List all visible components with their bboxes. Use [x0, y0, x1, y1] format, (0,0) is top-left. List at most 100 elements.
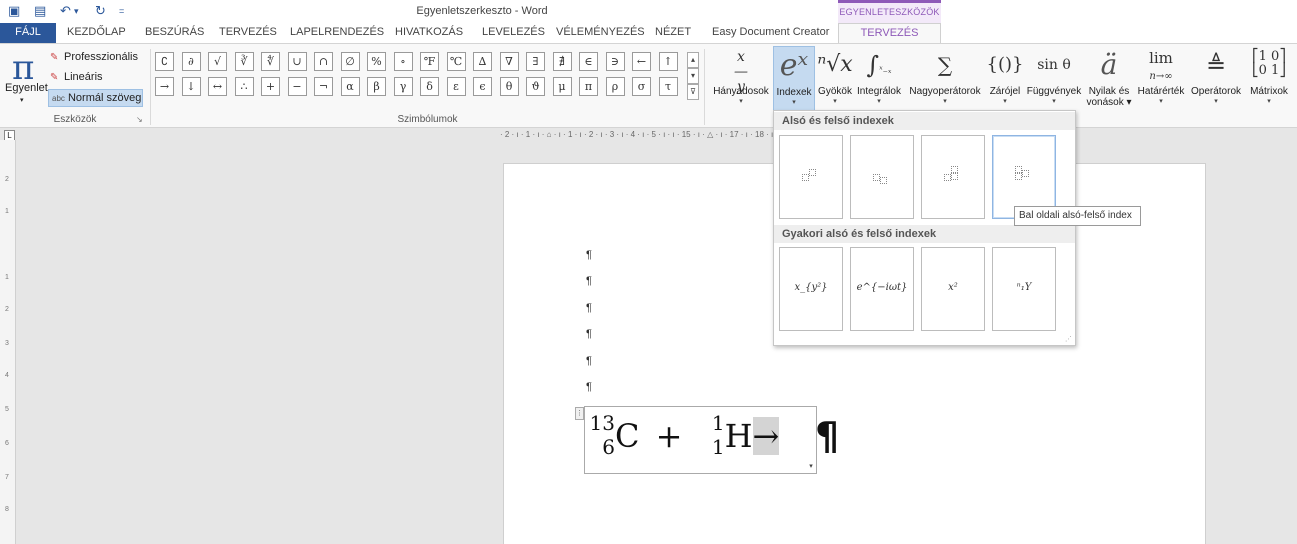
placeholder: [944, 174, 951, 181]
symbol-button[interactable]: √: [208, 52, 227, 71]
operator-button[interactable]: ≜ Operátorok ▾: [1188, 46, 1244, 105]
symbol-button[interactable]: ↔: [208, 77, 227, 96]
symbol-button[interactable]: ϵ: [473, 77, 492, 96]
large-operator-button[interactable]: ∑ Nagyoperátorok ▾: [905, 46, 985, 105]
bracket-button[interactable]: {()} Zárójel ▾: [986, 46, 1024, 105]
tab-layout[interactable]: LAPELRENDEZÉS: [290, 26, 384, 38]
symbol-button[interactable]: ∩: [314, 52, 333, 71]
tile-common-3[interactable]: x²: [921, 247, 985, 331]
symbol-button[interactable]: ∛: [234, 52, 254, 71]
matrix-label: Mátrixok: [1250, 86, 1288, 97]
common-script-1: x_{y²}: [794, 282, 828, 293]
symbol-button[interactable]: ¬: [314, 77, 333, 96]
tools-launcher-icon[interactable]: ↘: [136, 115, 143, 124]
symbol-button[interactable]: ∋: [605, 52, 625, 71]
tab-mailings[interactable]: LEVELEZÉS: [482, 26, 545, 38]
tab-review[interactable]: VÉLEMÉNYEZÉS: [556, 26, 645, 38]
operator-icon: ≜: [1205, 51, 1227, 79]
tile-common-1[interactable]: x_{y²}: [779, 247, 843, 331]
symbol-button[interactable]: ∪: [287, 52, 307, 71]
symbol-button[interactable]: ∇: [499, 52, 519, 71]
symbol-button[interactable]: δ: [420, 77, 439, 96]
symbol-button[interactable]: τ: [658, 77, 678, 96]
tile-sub-superscript[interactable]: [921, 135, 985, 219]
tab-easy-document-creator[interactable]: Easy Document Creator: [712, 26, 829, 38]
common-script-4: ⁿ₁Y: [1016, 282, 1032, 293]
chevron-down-icon: ▾: [1214, 98, 1218, 105]
symbol-button[interactable]: →: [155, 77, 174, 96]
integral-button[interactable]: ∫ˣ₋ₓ Integrálok ▾: [854, 46, 904, 105]
tab-references[interactable]: HIVATKOZÁS: [395, 26, 463, 38]
tile-superscript[interactable]: [779, 135, 843, 219]
symbol-button[interactable]: ↑: [658, 52, 678, 71]
tile-common-4[interactable]: ⁿ₁Y: [992, 247, 1056, 331]
equation-options-dropdown[interactable]: ▾: [805, 460, 817, 473]
symbols-more[interactable]: ⊽: [687, 84, 699, 100]
symbol-button[interactable]: θ: [499, 77, 519, 96]
script-icon: eˣ: [779, 48, 809, 83]
paragraph-mark: ¶: [586, 355, 592, 367]
symbol-button[interactable]: +: [261, 77, 280, 96]
symbol-button[interactable]: ϑ: [526, 77, 545, 96]
symbol-button[interactable]: ∃: [526, 52, 545, 71]
equation-drag-handle[interactable]: ⋮: [575, 407, 584, 420]
symbol-button[interactable]: ←: [632, 52, 651, 71]
radical-button[interactable]: ⁿ√x Gyökök ▾: [816, 46, 854, 105]
symbol-button[interactable]: ∄: [552, 52, 572, 71]
symbol-button[interactable]: ℃: [446, 52, 466, 71]
symbol-button[interactable]: ε: [446, 77, 466, 96]
limit-button[interactable]: lim n→∞ Határérték ▾: [1134, 46, 1188, 105]
symbol-button[interactable]: ∜: [261, 52, 280, 71]
hydrogen-atomic-number: 1: [711, 435, 725, 459]
symbol-button[interactable]: ρ: [605, 77, 625, 96]
chevron-down-icon: ▾: [943, 98, 947, 105]
tab-home[interactable]: KEZDŐLAP: [67, 26, 126, 38]
symbol-button[interactable]: β: [367, 77, 386, 96]
symbol-button[interactable]: ∆: [473, 52, 492, 71]
summation-icon: ∑: [937, 53, 953, 77]
tab-equation-design[interactable]: TERVEZÉS: [838, 23, 941, 44]
symbol-button[interactable]: ∘: [393, 52, 413, 71]
accent-label-2: vonások ▾: [1086, 97, 1132, 108]
symbol-button[interactable]: ∂: [181, 52, 201, 71]
tab-file[interactable]: FÁJL: [0, 23, 56, 43]
tile-subscript[interactable]: [850, 135, 914, 219]
linear-icon: ✎: [50, 72, 59, 83]
symbol-button[interactable]: π: [579, 77, 598, 96]
symbol-button[interactable]: ↓: [181, 77, 201, 96]
professional-button[interactable]: ✎ Professzionális: [50, 51, 138, 63]
symbol-button[interactable]: ∅: [340, 52, 360, 71]
equation-box[interactable]: 13 6 C + 1 1 H→: [584, 406, 817, 474]
chevron-down-icon: ▾: [1159, 98, 1163, 105]
tab-view[interactable]: NÉZET: [655, 26, 691, 38]
symbols-scroll-down[interactable]: ▾: [687, 68, 699, 84]
symbol-button[interactable]: γ: [393, 77, 413, 96]
symbol-button[interactable]: ∈: [579, 52, 598, 71]
normal-text-button[interactable]: abc Normál szöveg: [48, 89, 143, 107]
symbol-button[interactable]: ∁: [155, 52, 174, 71]
function-button[interactable]: sin θ Függvények ▾: [1024, 46, 1084, 105]
professional-label: Professzionális: [64, 51, 138, 63]
symbol-button[interactable]: %: [367, 52, 386, 71]
symbol-button[interactable]: σ: [632, 77, 651, 96]
tab-insert[interactable]: BESZÚRÁS: [145, 26, 204, 38]
matrix-button[interactable]: ⎡1 0⎤ ⎣0 1⎦ Mátrixok ▾: [1245, 46, 1293, 106]
resize-grip-icon[interactable]: ⋰: [1065, 335, 1072, 343]
equation-button-label[interactable]: Egyenlet: [5, 82, 48, 94]
linear-button[interactable]: ✎ Lineáris: [50, 71, 103, 83]
equation-content[interactable]: 13 6 C + 1 1 H→: [589, 409, 780, 465]
symbol-button[interactable]: μ: [552, 77, 572, 96]
symbol-button[interactable]: −: [287, 77, 307, 96]
tile-common-2[interactable]: e^{−iωt}: [850, 247, 914, 331]
fraction-button[interactable]: x — y Hányadosok ▾: [710, 46, 772, 106]
symbol-button[interactable]: ∴: [234, 77, 254, 96]
vertical-ruler[interactable]: 2 1 1 2 3 4 5 6 7 8: [0, 140, 16, 544]
accent-button[interactable]: ä Nyilak és vonások ▾: [1085, 46, 1133, 108]
linear-label: Lineáris: [64, 71, 103, 83]
symbols-scroll-up[interactable]: ▴: [687, 52, 699, 68]
symbol-button[interactable]: α: [340, 77, 360, 96]
symbol-button[interactable]: ℉: [420, 52, 439, 71]
tab-design[interactable]: TERVEZÉS: [219, 26, 277, 38]
equation-dropdown-icon[interactable]: ▾: [20, 96, 24, 104]
script-button[interactable]: eˣ Indexek ▾: [773, 46, 815, 112]
